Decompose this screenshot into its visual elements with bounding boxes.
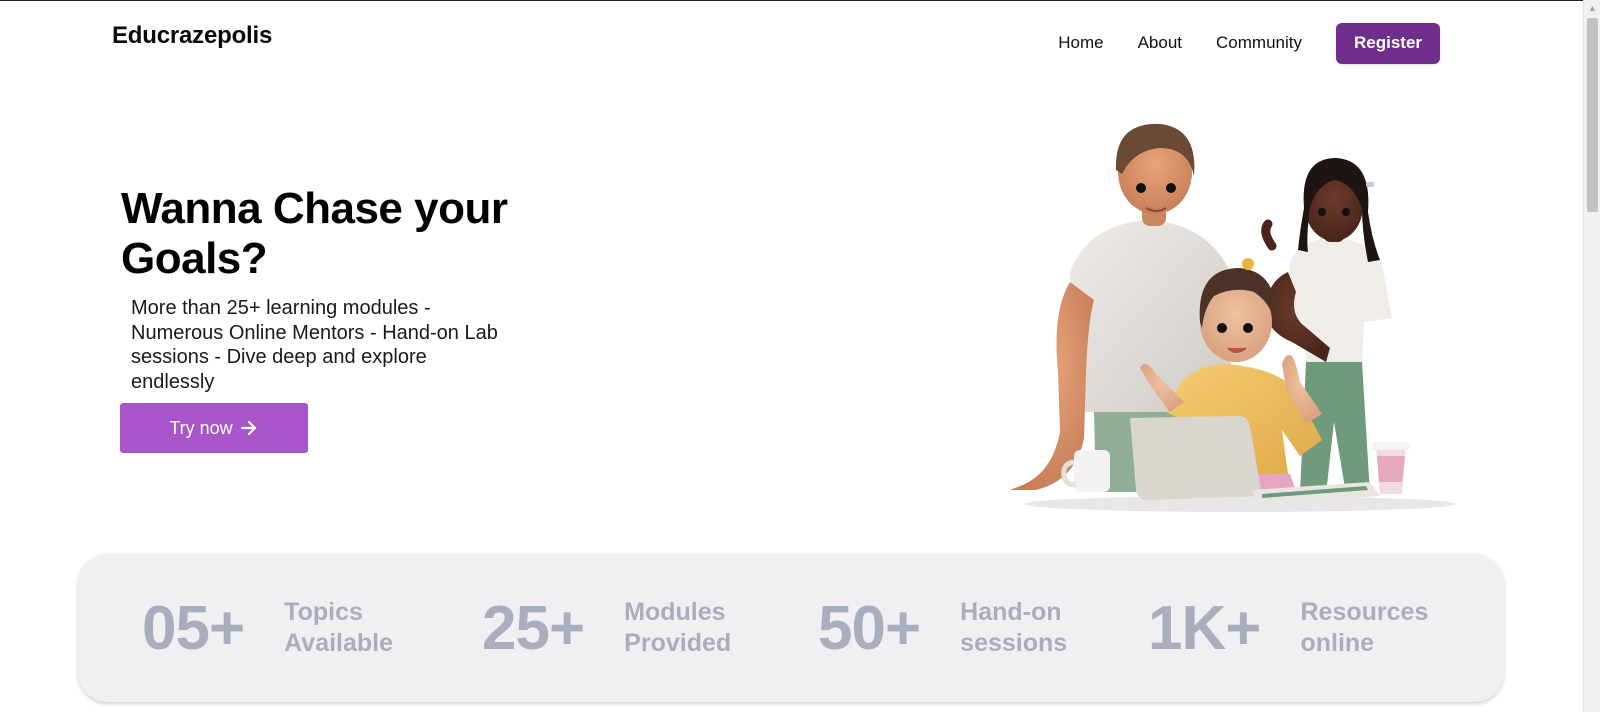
three-people-laptop-illustration	[1010, 123, 1455, 512]
stat-value: 25+	[482, 593, 585, 663]
hero-description: More than 25+ learning modules - Numerou…	[131, 297, 498, 393]
stat-value: 50+	[818, 593, 921, 663]
hero-title: Wanna Chase your Goals?	[121, 184, 508, 283]
site-logo[interactable]: Educrazepolis	[112, 22, 272, 50]
window-top-border	[0, 0, 1600, 1]
scroll-thumb[interactable]	[1587, 18, 1598, 212]
stat-modules: 25+ Modules Provided	[482, 554, 764, 702]
stat-sessions: 50+ Hand-on sessions	[818, 554, 1100, 702]
stat-value: 1K+	[1148, 593, 1261, 663]
try-now-label: Try now	[169, 417, 233, 438]
stats-panel: 05+ Topics Available 25+ Modules Provide…	[78, 554, 1504, 702]
nav-community-link[interactable]: Community	[1216, 33, 1302, 53]
nav-about-link[interactable]: About	[1138, 33, 1182, 53]
stat-resources: 1K+ Resources online	[1148, 554, 1440, 702]
stat-label: Modules Provided	[624, 598, 732, 657]
nav-home-link[interactable]: Home	[1058, 33, 1103, 53]
arrow-right-icon	[240, 420, 256, 436]
register-button[interactable]: Register	[1336, 22, 1440, 64]
page-scrollbar[interactable]: ▲	[1583, 0, 1600, 712]
stat-label: Hand-on sessions	[960, 598, 1068, 657]
try-now-button[interactable]: Try now	[120, 403, 308, 453]
main-nav: Home About Community Register	[1058, 22, 1440, 64]
stat-topics: 05+ Topics Available	[142, 554, 424, 702]
stat-label: Resources online	[1300, 598, 1429, 657]
stat-value: 05+	[142, 593, 245, 663]
scroll-up-arrow-icon[interactable]: ▲	[1584, 0, 1600, 17]
stat-label: Topics Available	[284, 598, 394, 657]
